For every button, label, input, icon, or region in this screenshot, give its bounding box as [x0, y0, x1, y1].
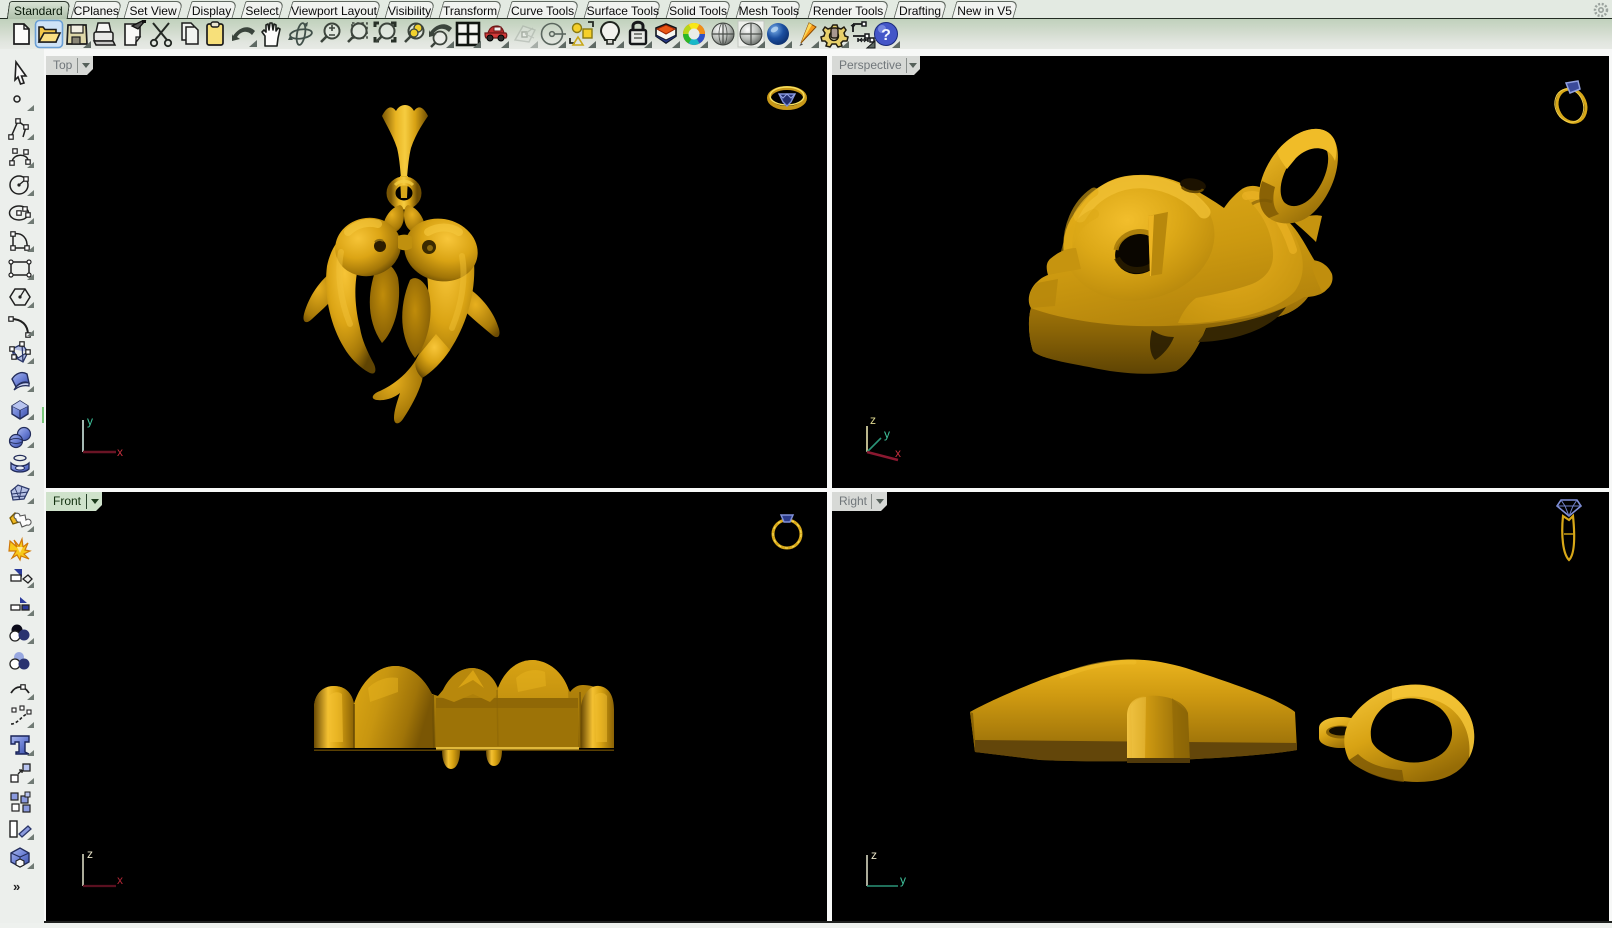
svg-text:z: z: [870, 413, 876, 427]
svg-text:y: y: [884, 427, 890, 441]
svg-text:»: »: [13, 879, 20, 894]
svg-text:?: ?: [881, 27, 891, 44]
svg-text:z: z: [871, 848, 877, 862]
svg-text:x: x: [895, 446, 901, 460]
svg-text:z: z: [87, 847, 93, 861]
svg-text:y: y: [900, 873, 906, 887]
svg-text:x: x: [117, 873, 123, 887]
svg-text:x: x: [117, 445, 123, 459]
svg-text:y: y: [87, 414, 93, 428]
